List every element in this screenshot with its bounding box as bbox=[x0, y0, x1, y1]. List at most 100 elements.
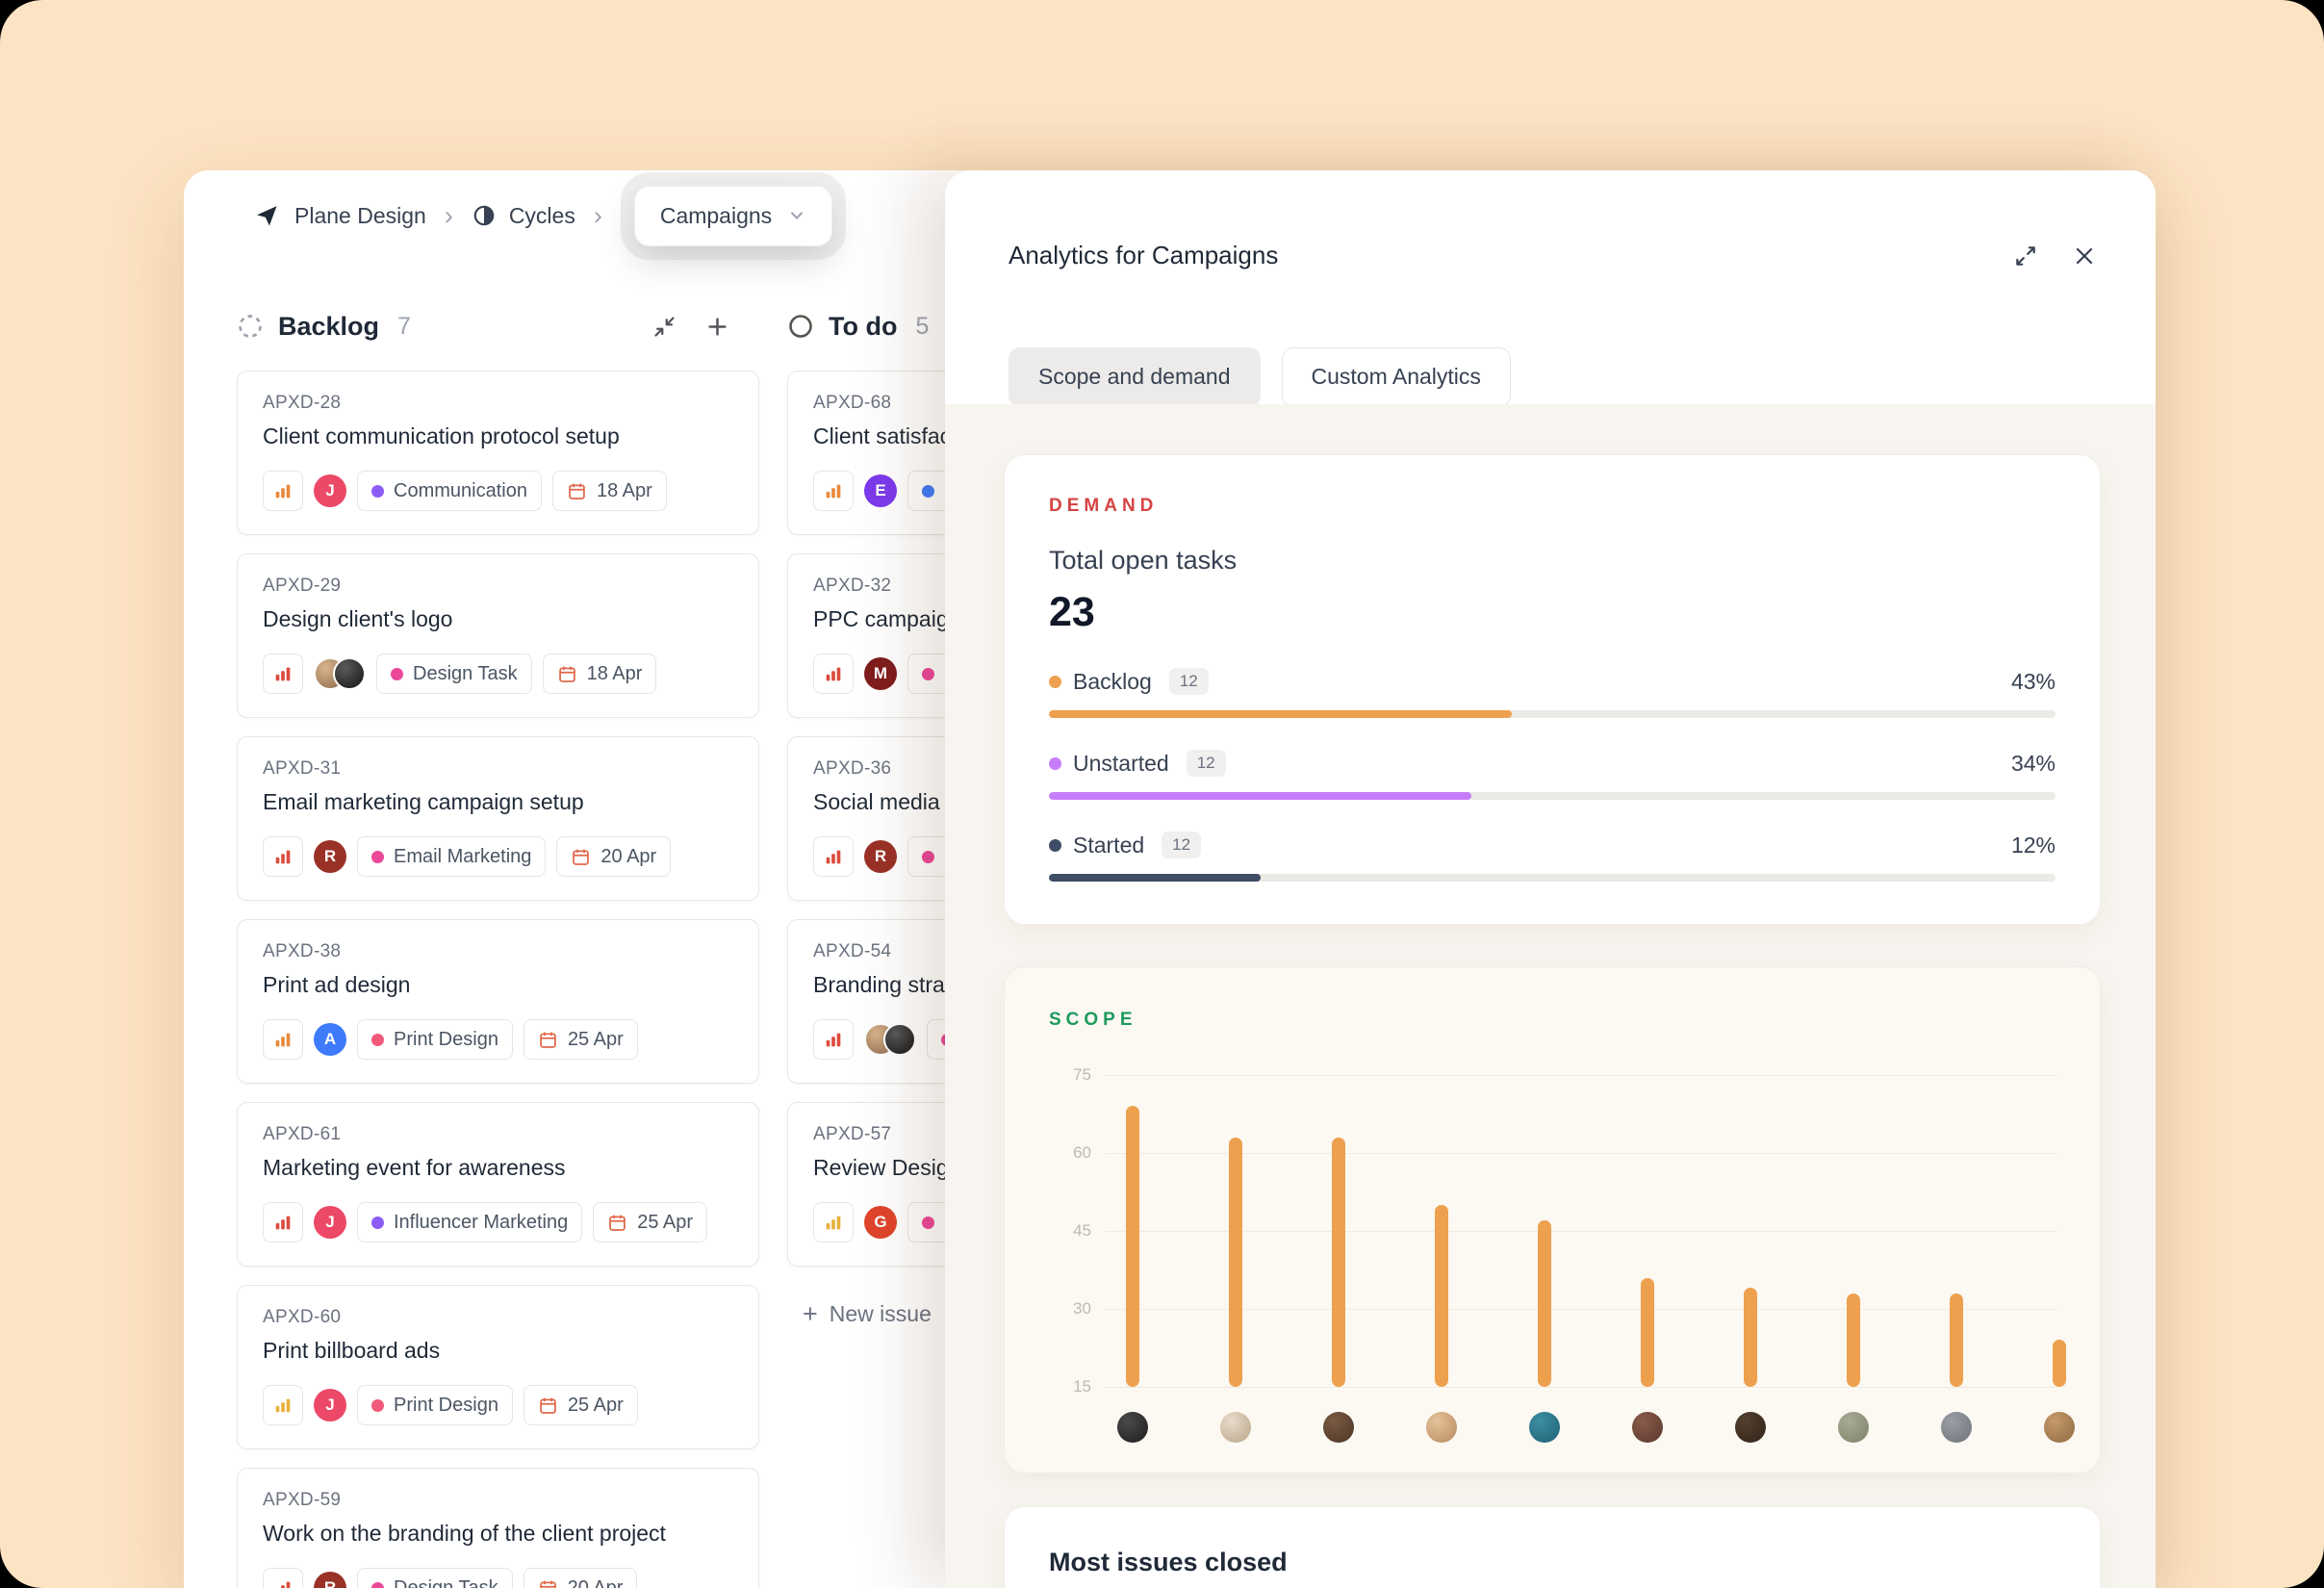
tab-scope-and-demand[interactable]: Scope and demand bbox=[1009, 347, 1261, 407]
priority-badge[interactable] bbox=[263, 653, 303, 694]
issue-id: APXD-31 bbox=[263, 758, 733, 780]
assignee-avatar[interactable]: E bbox=[864, 474, 897, 507]
label-badge[interactable]: Design Task bbox=[376, 653, 532, 694]
priority-badge[interactable] bbox=[813, 836, 854, 877]
assignee-avatar[interactable]: R bbox=[314, 840, 346, 873]
issue-card[interactable]: APXD-31 Email marketing campaign setup R… bbox=[237, 736, 759, 901]
analytics-tabs: Scope and demand Custom Analytics bbox=[945, 288, 2156, 407]
assignee-avatar bbox=[1426, 1412, 1457, 1443]
close-panel-button[interactable] bbox=[2073, 244, 2096, 268]
priority-badge[interactable] bbox=[813, 471, 854, 511]
assignee-avatar[interactable]: R bbox=[314, 1572, 346, 1588]
state-dot bbox=[1049, 757, 1061, 770]
assignee-avatar[interactable]: J bbox=[314, 1389, 346, 1422]
issue-title: Print billboard ads bbox=[263, 1338, 733, 1364]
assignee-avatar bbox=[1632, 1412, 1663, 1443]
calendar-icon bbox=[567, 481, 587, 501]
label-badge[interactable]: Influencer Marketing bbox=[357, 1202, 582, 1242]
priority-badge[interactable] bbox=[263, 1019, 303, 1060]
due-date-badge[interactable]: 25 Apr bbox=[524, 1019, 638, 1060]
assignee-avatar[interactable]: M bbox=[864, 657, 897, 690]
analytics-title: Analytics for Campaigns bbox=[1009, 241, 1278, 270]
label-badge[interactable]: Design Task bbox=[357, 1568, 513, 1588]
assignee-avatar[interactable]: R bbox=[864, 840, 897, 873]
label-badge[interactable]: Print Design bbox=[357, 1385, 513, 1425]
priority-badge[interactable] bbox=[813, 1202, 854, 1242]
cycle-selector-label: Campaigns bbox=[660, 203, 772, 229]
progress-fill bbox=[1049, 874, 1261, 882]
priority-badge[interactable] bbox=[813, 653, 854, 694]
total-open-tasks-value: 23 bbox=[1049, 589, 2056, 636]
gridline bbox=[1105, 1387, 2057, 1388]
due-date-text: 25 Apr bbox=[568, 1395, 624, 1417]
expand-panel-button[interactable] bbox=[2013, 243, 2038, 269]
app-canvas: Plane Design › Cycles › Campaigns bbox=[0, 0, 2324, 1588]
collapse-column-button[interactable] bbox=[651, 314, 677, 340]
scope-bar bbox=[1641, 1278, 1654, 1387]
state-label: Backlog bbox=[1073, 669, 1152, 695]
demand-row-unstarted: Unstarted 12 34% bbox=[1049, 750, 2056, 800]
assignee-avatar[interactable]: A bbox=[314, 1023, 346, 1056]
due-date-text: 20 Apr bbox=[600, 846, 656, 868]
gridline bbox=[1105, 1153, 2057, 1154]
issue-card[interactable]: APXD-61 Marketing event for awareness J … bbox=[237, 1102, 759, 1267]
label-text: Design Task bbox=[413, 663, 518, 685]
assignee-avatar[interactable]: J bbox=[314, 1206, 346, 1239]
priority-badge[interactable] bbox=[263, 1385, 303, 1425]
assignee-avatar bbox=[1220, 1412, 1251, 1443]
assignee-avatar[interactable]: G bbox=[864, 1206, 897, 1239]
label-text: Design Task bbox=[394, 1577, 498, 1588]
issue-card[interactable]: APXD-29 Design client's logo Design Task… bbox=[237, 553, 759, 718]
issue-id: APXD-28 bbox=[263, 393, 733, 414]
add-issue-button[interactable] bbox=[704, 314, 730, 340]
y-axis-tick-label: 45 bbox=[1005, 1221, 1091, 1241]
issue-id: APXD-60 bbox=[263, 1307, 733, 1328]
demand-row-started: Started 12 12% bbox=[1049, 832, 2056, 882]
scope-bar-chart: 7560453015 bbox=[1005, 967, 2100, 1473]
state-label: Unstarted bbox=[1073, 751, 1169, 777]
column-title: To do bbox=[829, 312, 897, 342]
calendar-icon bbox=[538, 1396, 558, 1416]
label-badge[interactable]: Print Design bbox=[357, 1019, 513, 1060]
label-badge[interactable]: Email Marketing bbox=[357, 836, 546, 877]
issue-id: APXD-29 bbox=[263, 576, 733, 597]
due-date-badge[interactable]: 20 Apr bbox=[556, 836, 671, 877]
due-date-badge[interactable]: 25 Apr bbox=[524, 1385, 638, 1425]
issue-card[interactable]: APXD-28 Client communication protocol se… bbox=[237, 371, 759, 535]
due-date-badge[interactable]: 18 Apr bbox=[552, 471, 667, 511]
backlog-cards: APXD-28 Client communication protocol se… bbox=[237, 371, 759, 1588]
issue-card[interactable]: APXD-59 Work on the branding of the clie… bbox=[237, 1468, 759, 1588]
calendar-icon bbox=[538, 1578, 558, 1588]
y-axis-tick-label: 75 bbox=[1005, 1065, 1091, 1085]
tab-custom-analytics[interactable]: Custom Analytics bbox=[1282, 347, 1511, 407]
state-percent: 43% bbox=[2011, 669, 2056, 695]
assignee-avatar[interactable]: J bbox=[314, 474, 346, 507]
breadcrumb-project[interactable]: Plane Design bbox=[294, 203, 426, 229]
due-date-badge[interactable]: 25 Apr bbox=[593, 1202, 707, 1242]
plus-icon: + bbox=[803, 1301, 818, 1327]
chevron-right-icon: › bbox=[445, 203, 453, 229]
priority-badge[interactable] bbox=[813, 1019, 854, 1060]
scope-bar bbox=[1435, 1205, 1448, 1387]
assignee-avatar bbox=[2044, 1412, 2075, 1443]
cycle-selector-button[interactable]: Campaigns bbox=[634, 186, 832, 246]
breadcrumb-cycles[interactable]: Cycles bbox=[472, 203, 575, 229]
priority-badge[interactable] bbox=[263, 1568, 303, 1588]
due-date-text: 18 Apr bbox=[597, 480, 652, 502]
assignee-avatars[interactable] bbox=[314, 657, 366, 690]
due-date-badge[interactable]: 18 Apr bbox=[543, 653, 657, 694]
state-count-badge: 12 bbox=[1187, 750, 1226, 777]
priority-badge[interactable] bbox=[263, 836, 303, 877]
state-dot bbox=[1049, 676, 1061, 688]
issue-card[interactable]: APXD-38 Print ad design A Print Design 2… bbox=[237, 919, 759, 1084]
assignee-avatars[interactable] bbox=[864, 1023, 916, 1056]
column-count: 7 bbox=[397, 313, 411, 341]
issue-card[interactable]: APXD-60 Print billboard ads J Print Desi… bbox=[237, 1285, 759, 1449]
gridline bbox=[1105, 1309, 2057, 1310]
due-date-badge[interactable]: 20 Apr bbox=[524, 1568, 638, 1588]
priority-badge[interactable] bbox=[263, 471, 303, 511]
gridline bbox=[1105, 1075, 2057, 1076]
label-badge[interactable]: Communication bbox=[357, 471, 542, 511]
priority-badge[interactable] bbox=[263, 1202, 303, 1242]
scope-card: SCOPE 7560453015 bbox=[1004, 966, 2101, 1473]
